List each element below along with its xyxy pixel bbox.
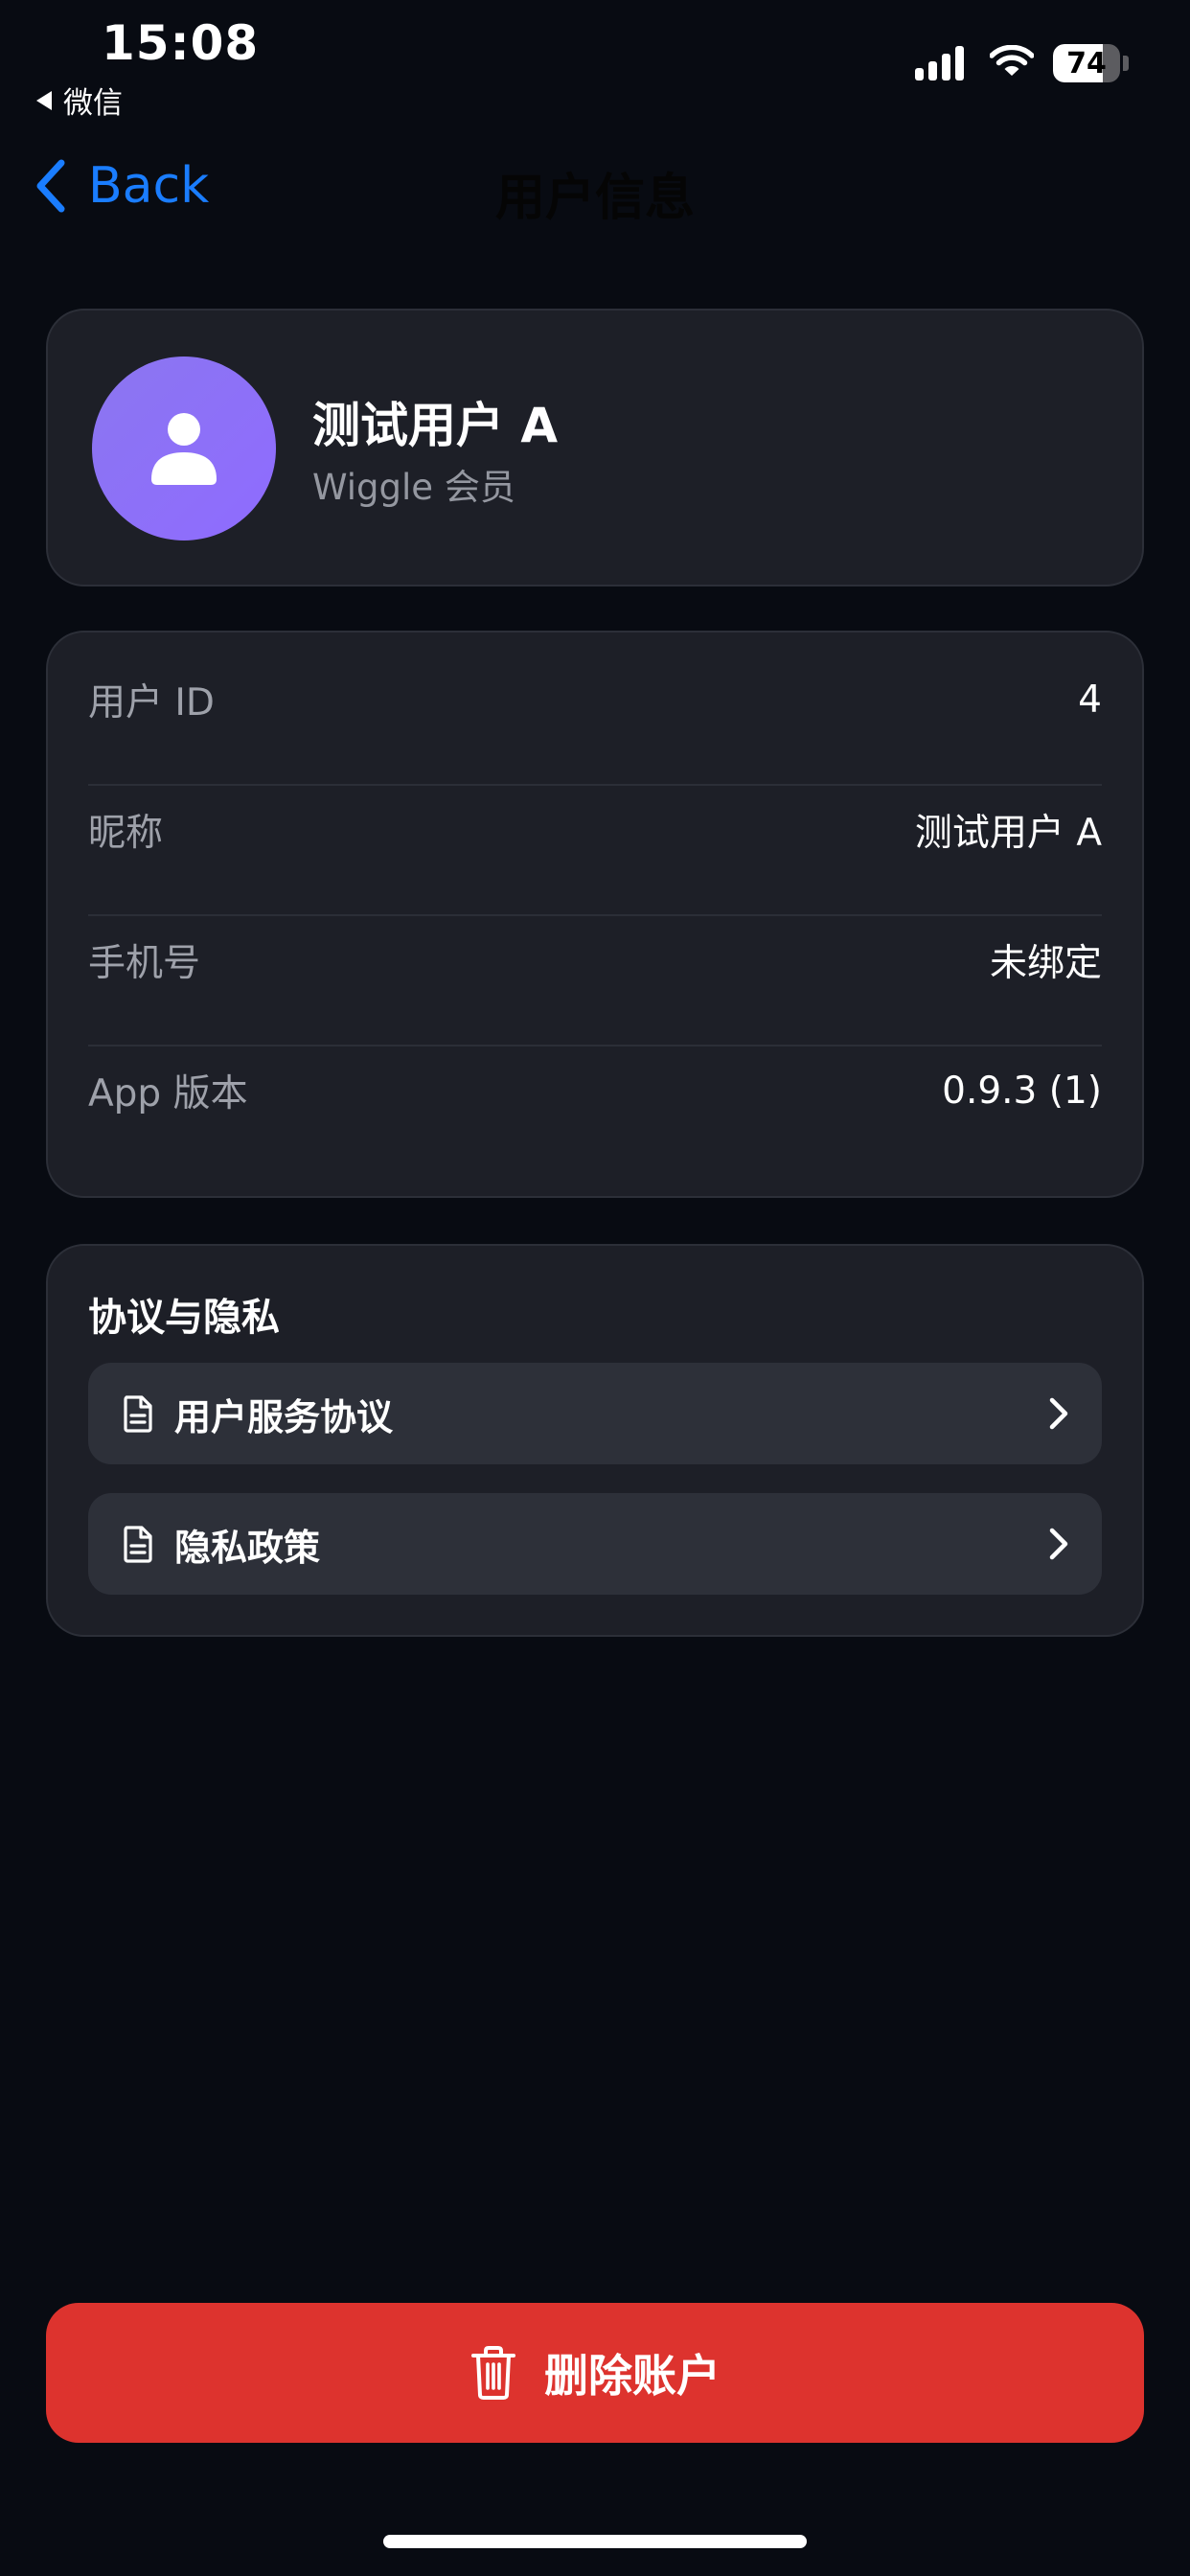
- info-value: 测试用户 A: [914, 812, 1102, 855]
- battery-icon: 74: [1053, 44, 1120, 82]
- info-row-app-version: App 版本 0.9.3 (1): [88, 1025, 1102, 1156]
- wifi-icon: [989, 44, 1035, 81]
- info-label: 昵称: [88, 812, 164, 855]
- user-agreement-item[interactable]: 用户服务协议: [88, 1363, 1102, 1464]
- agreements-card: 协议与隐私 用户服务协议 隐私政策: [46, 1244, 1144, 1637]
- return-app-label: 微信: [63, 86, 123, 121]
- battery-level: 74: [1066, 46, 1107, 80]
- section-title: 协议与隐私: [88, 1296, 280, 1340]
- home-indicator[interactable]: [383, 2535, 807, 2548]
- membership-label: Wiggle 会员: [312, 467, 515, 508]
- user-agreement-label: 用户服务协议: [174, 1395, 394, 1438]
- status-indicators: 74: [915, 40, 1129, 86]
- chevron-right-icon: [1048, 1396, 1069, 1431]
- document-icon: [123, 1394, 153, 1433]
- info-row-user-id: 用户 ID 4: [88, 634, 1102, 765]
- screen: 15:08 微信 74 Back 用户信息 测试用户 A Wiggle 会员 用…: [0, 0, 1190, 2576]
- info-label: 用户 ID: [88, 681, 215, 724]
- info-value: 未绑定: [989, 942, 1102, 985]
- status-time: 15:08: [102, 15, 260, 71]
- account-info-card: 用户 ID 4 昵称 测试用户 A 手机号 未绑定 App 版本 0.9.3 (…: [46, 631, 1144, 1198]
- info-row-nickname: 昵称 测试用户 A: [88, 765, 1102, 895]
- back-triangle-icon: [36, 90, 52, 110]
- info-label: App 版本: [88, 1072, 248, 1116]
- profile-name: 测试用户 A: [312, 398, 559, 453]
- info-value: 4: [1078, 678, 1102, 722]
- info-label: 手机号: [88, 942, 201, 985]
- document-icon: [123, 1525, 153, 1563]
- back-label: Back: [88, 157, 210, 215]
- avatar: [92, 356, 276, 540]
- chevron-right-icon: [1048, 1527, 1069, 1561]
- cellular-signal-icon: [915, 46, 969, 80]
- return-to-app-link[interactable]: 微信: [36, 79, 123, 122]
- info-row-phone: 手机号 未绑定: [88, 895, 1102, 1025]
- back-button[interactable]: Back: [34, 157, 209, 215]
- privacy-policy-item[interactable]: 隐私政策: [88, 1493, 1102, 1595]
- battery-cap: [1123, 56, 1129, 71]
- person-icon: [151, 413, 217, 485]
- profile-card: 测试用户 A Wiggle 会员: [46, 309, 1144, 586]
- info-value: 0.9.3 (1): [942, 1069, 1102, 1113]
- delete-account-button[interactable]: 删除账户: [46, 2303, 1144, 2443]
- trash-icon: [469, 2345, 517, 2401]
- privacy-policy-label: 隐私政策: [174, 1526, 321, 1569]
- chevron-left-icon: [36, 159, 65, 213]
- delete-account-label: 删除账户: [544, 2350, 721, 2402]
